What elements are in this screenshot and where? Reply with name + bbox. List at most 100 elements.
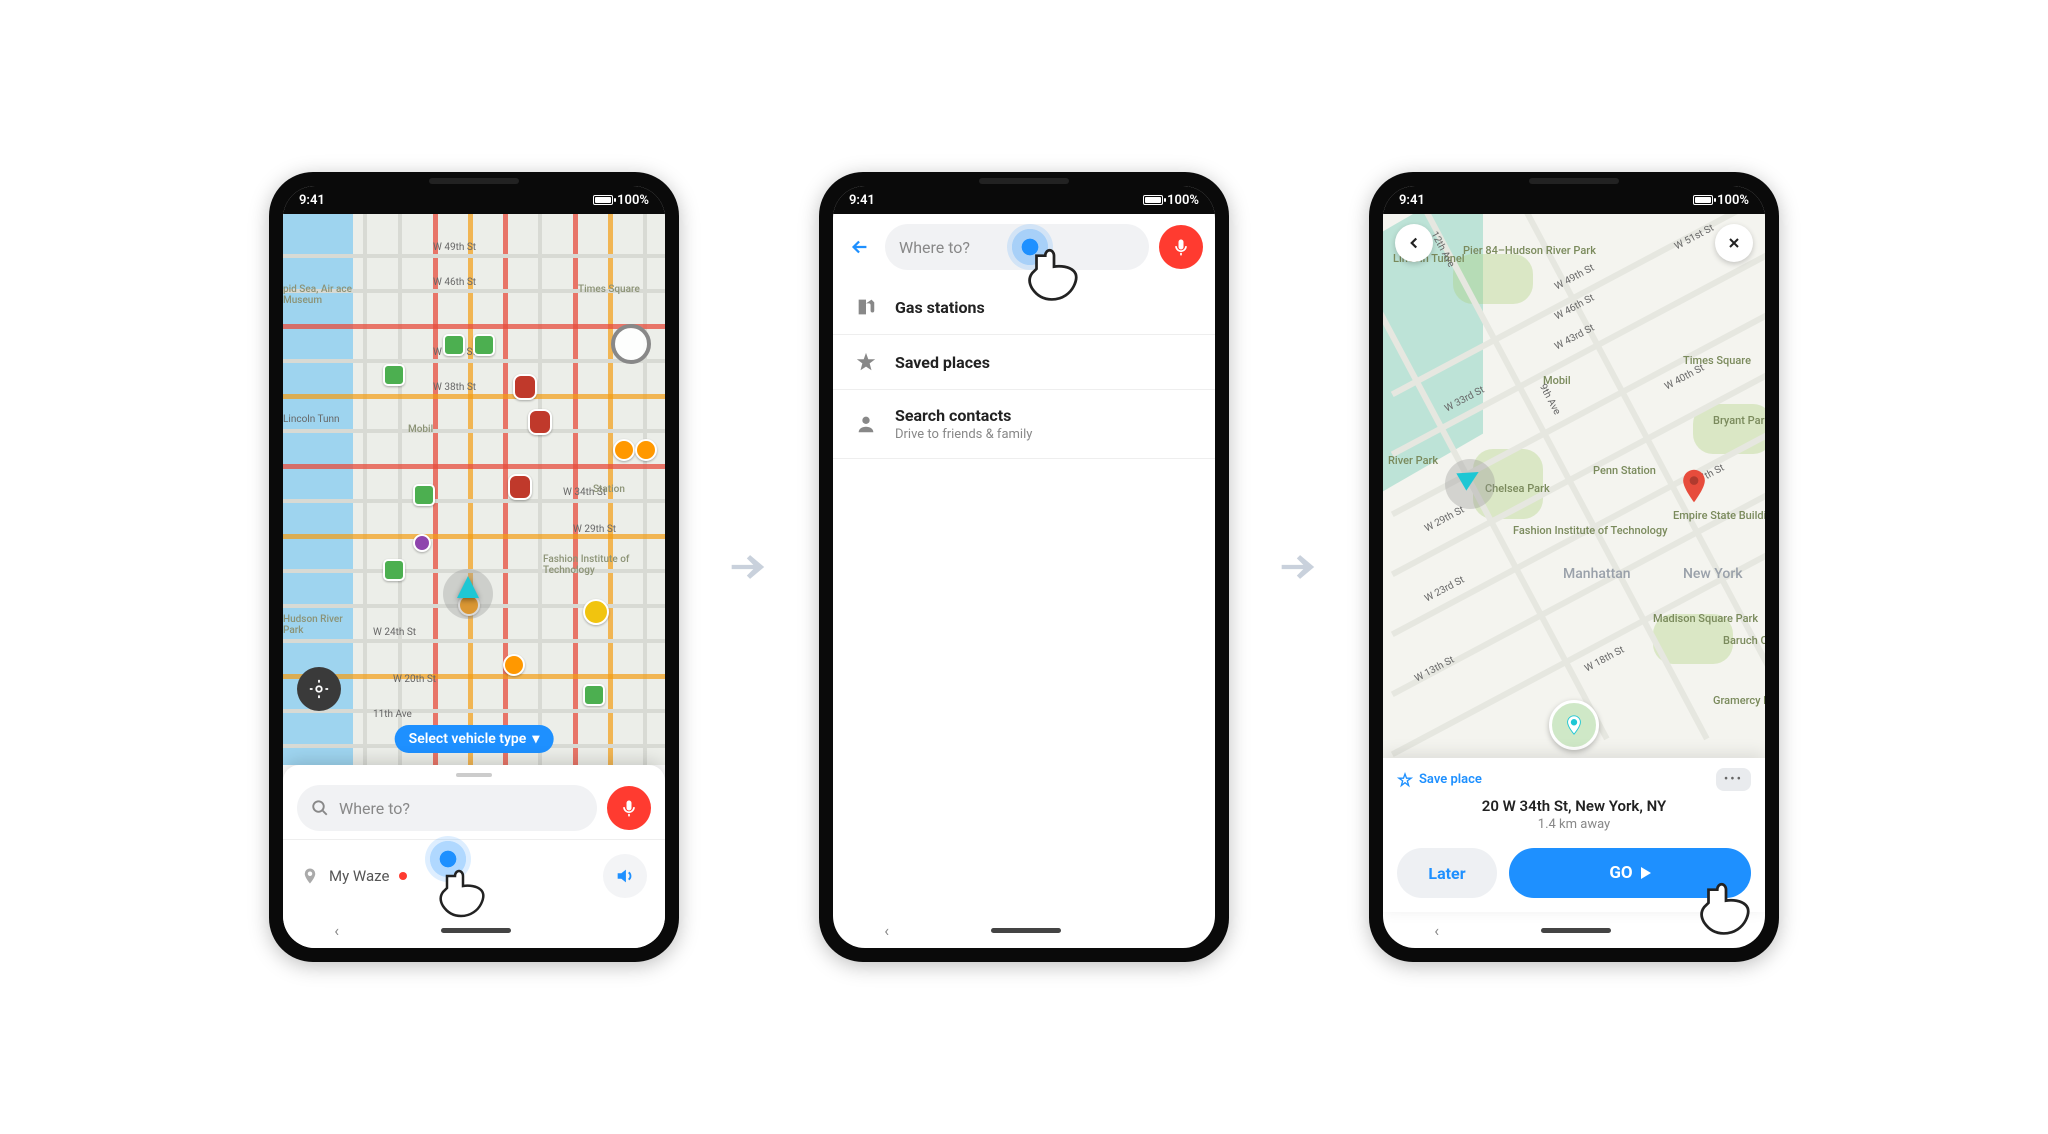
alert-marker-icon[interactable] [508, 474, 532, 500]
play-icon [1641, 867, 1651, 879]
poi-label: Pier 84–Hudson River Park [1463, 244, 1553, 257]
battery-icon [1143, 195, 1163, 205]
person-icon [853, 413, 879, 435]
mic-icon [619, 798, 639, 818]
pin-icon [301, 867, 319, 885]
destination-avatar[interactable] [1549, 700, 1599, 750]
status-bar: 9:41 100% [283, 186, 665, 214]
search-categories-list: Gas stations Saved places Search contact… [833, 280, 1215, 459]
arrow-left-icon [849, 236, 871, 258]
tap-hand-icon [431, 858, 495, 922]
screen-search: 9:41 100% Where to? Gas stations [833, 186, 1215, 948]
wazer-marker-icon[interactable] [583, 599, 609, 625]
status-bar: 9:41 100% [833, 186, 1215, 214]
status-battery: 100% [593, 193, 649, 208]
mic-icon [1171, 237, 1191, 257]
street-label: W 29th St [573, 524, 616, 535]
street-label: 11th Ave [373, 709, 412, 720]
destination-address: 20 W 34th St, New York, NY [1397, 797, 1751, 815]
category-saved-places[interactable]: Saved places [833, 335, 1215, 390]
gas-pump-icon [853, 296, 879, 318]
traffic-marker-icon[interactable] [383, 559, 405, 581]
destination-pin-icon[interactable] [1681, 469, 1707, 495]
compass-button[interactable] [611, 324, 651, 364]
destination-distance: 1.4 km away [1397, 817, 1751, 832]
street-label: W 13th St [1413, 655, 1456, 685]
poi-label: Bryant Park [1713, 414, 1763, 427]
traffic-marker-icon[interactable] [383, 364, 405, 386]
later-button[interactable]: Later [1397, 848, 1497, 898]
map-canvas-light[interactable]: Lincoln Tunnel Pier 84–Hudson River Park… [1383, 214, 1765, 758]
flow-arrow-icon [1269, 537, 1329, 597]
hazard-marker-icon[interactable] [613, 439, 635, 461]
poi-label: Penn Station [1593, 464, 1643, 477]
wazer-marker-icon[interactable] [413, 534, 431, 552]
search-placeholder: Where to? [339, 799, 410, 818]
category-search-contacts[interactable]: Search contacts Drive to friends & famil… [833, 390, 1215, 459]
status-battery: 100% [1693, 193, 1749, 208]
phone-notch [979, 178, 1069, 184]
traffic-marker-icon[interactable] [443, 334, 465, 356]
close-icon [1726, 235, 1742, 251]
poi-label: Mobil [408, 424, 433, 435]
street-label: Lincoln Tunn [283, 414, 340, 425]
speed-marker-icon[interactable] [528, 409, 552, 435]
status-time: 9:41 [849, 193, 875, 208]
user-location-cursor [457, 576, 479, 598]
vehicle-type-pill[interactable]: Select vehicle type ▾ [395, 725, 554, 753]
phone-notch [429, 178, 519, 184]
status-bar: 9:41 100% [1383, 186, 1765, 214]
sound-button[interactable] [603, 854, 647, 898]
back-button[interactable] [1395, 224, 1433, 262]
search-icon [311, 799, 329, 817]
save-place-button[interactable]: Save place [1397, 772, 1482, 788]
recenter-button[interactable] [297, 667, 341, 711]
poi-label: Fashion Institute of Technology [543, 554, 633, 576]
street-label: W 29th St [1423, 505, 1466, 535]
traffic-marker-icon[interactable] [413, 484, 435, 506]
nav-back-icon[interactable]: ‹ [334, 921, 339, 940]
phone-notch [1529, 178, 1619, 184]
sheet-drag-handle[interactable] [456, 773, 492, 777]
nav-back-icon[interactable]: ‹ [884, 921, 889, 940]
chevron-down-icon: ▾ [532, 731, 539, 747]
poi-label: Gramercy Park [1713, 694, 1765, 707]
nav-home-pill[interactable] [991, 928, 1061, 933]
tap-hand-icon [1019, 236, 1089, 306]
map-canvas[interactable]: W 49th St W 46th St W 41st St W 38th St … [283, 214, 665, 765]
back-button[interactable] [845, 236, 875, 258]
hazard-marker-icon[interactable] [503, 654, 525, 676]
screen-map-home: 9:41 100% [283, 186, 665, 948]
notification-dot-icon [399, 872, 407, 880]
traffic-marker-icon[interactable] [583, 684, 605, 706]
screen-destination: 9:41 100% Lincoln Tunnel [1383, 186, 1765, 948]
nav-home-pill[interactable] [1541, 928, 1611, 933]
street-label: W 49th St [433, 242, 476, 253]
poi-label: Station [593, 484, 625, 495]
battery-icon [593, 195, 613, 205]
android-navbar: ‹ [833, 912, 1215, 948]
city-label: Manhattan [1563, 566, 1631, 582]
nav-back-icon[interactable]: ‹ [1434, 921, 1439, 940]
more-options-button[interactable]: ••• [1716, 768, 1751, 791]
star-icon [853, 351, 879, 373]
nav-home-pill[interactable] [441, 928, 511, 933]
hazard-marker-icon[interactable] [635, 439, 657, 461]
close-button[interactable] [1715, 224, 1753, 262]
phone-3: 9:41 100% Lincoln Tunnel [1369, 172, 1779, 962]
poi-label: Times Square [1683, 354, 1743, 367]
speed-marker-icon[interactable] [513, 374, 537, 400]
poi-label: River Park [1388, 454, 1438, 467]
street-label: 9th Ave [1537, 382, 1562, 417]
search-bar[interactable]: Where to? [297, 785, 597, 831]
poi-label: Madison Square Park [1653, 612, 1733, 625]
voice-search-button[interactable] [607, 786, 651, 830]
street-label: W 24th St [373, 627, 416, 638]
tap-hand-icon [1691, 870, 1761, 940]
my-waze-label: My Waze [329, 867, 389, 885]
street-label: W 38th St [433, 382, 476, 393]
voice-search-button[interactable] [1159, 225, 1203, 269]
traffic-marker-icon[interactable] [473, 334, 495, 356]
street-label: W 46th St [433, 277, 476, 288]
phone-1: 9:41 100% [269, 172, 679, 962]
